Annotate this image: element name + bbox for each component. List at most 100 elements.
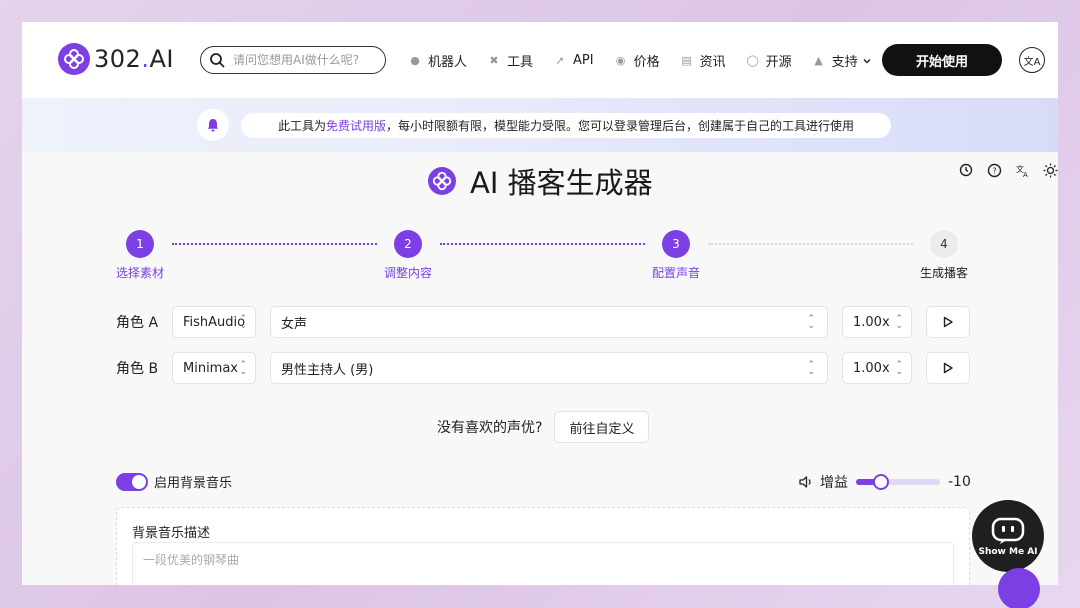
voice-row-a: 角色 A FishAudio ⌃ ⌄ 女声 ⌃ ⌄ 1.00x ⌃ ⌄ (116, 306, 970, 338)
bell-icon (197, 109, 229, 141)
step-4[interactable]: 4 生成播客 (904, 230, 984, 281)
step-3[interactable]: 3 配置声音 (636, 230, 716, 281)
chevron-up-down-icon: ⌃ ⌄ (807, 360, 815, 377)
step-number: 1 (126, 230, 154, 258)
gain-slider-thumb[interactable] (873, 474, 890, 490)
api-icon: ➚ (555, 54, 565, 67)
step-label: 调整内容 (383, 266, 432, 280)
bgm-description-card: 背景音乐描述 一段优美的钢琴曲 (116, 507, 970, 585)
step-1[interactable]: 1 选择素材 (100, 230, 180, 281)
speed-select[interactable]: 1.00x ⌃ ⌄ (842, 306, 912, 338)
provider-value: FishAudio (183, 314, 246, 330)
gain-label: 增益 (820, 475, 848, 491)
title-text: AI 播客生成器 (470, 166, 653, 200)
gain-control: 增益 -10 (798, 472, 971, 492)
chevron-up-down-icon: ⌃ ⌄ (807, 314, 815, 331)
help-icon[interactable]: ? (986, 162, 1002, 178)
bgm-description-input[interactable]: 一段优美的钢琴曲 (132, 542, 954, 585)
nav-label: 支持 (831, 55, 858, 70)
speed-value: 1.00x (853, 360, 890, 376)
voice-value: 女声 (281, 316, 308, 332)
logo-icon (58, 43, 90, 75)
nav-item-opensource[interactable]: ◯ 开源 (746, 51, 792, 70)
page-title: AI 播客生成器 (428, 160, 653, 202)
history-icon[interactable] (958, 162, 974, 178)
translate-icon[interactable]: 文A (1014, 162, 1030, 178)
app-window: 302.AI ● 机器人 ✖ 工具 ➚ API ◉ (22, 22, 1058, 585)
play-icon (943, 362, 953, 374)
notice-text: 此工具为 免费试用版 ，每小时限额有限，模型能力受限。您可以登录管理后台，创建属于自… (241, 113, 891, 138)
step-number: 3 (662, 230, 690, 258)
theme-sun-icon[interactable] (1042, 162, 1058, 178)
toolbar: ? 文A (946, 162, 1058, 178)
gain-value: -10 (948, 474, 971, 490)
nav-item-price[interactable]: ◉ 价格 (614, 51, 660, 70)
translate-icon: 文A (1023, 56, 1041, 68)
nav-label: 工具 (507, 55, 534, 70)
voice-row-b: 角色 B Minimax ⌃ ⌄ 男性主持人 (男) ⌃ ⌄ 1.00x ⌃ ⌄ (116, 352, 970, 384)
play-icon (943, 316, 953, 328)
speed-value: 1.00x (853, 314, 890, 330)
chevron-up-down-icon: ⌃ ⌄ (895, 360, 903, 377)
nav-menu: ● 机器人 ✖ 工具 ➚ API ◉ 价格 ▤ 资讯 ◯ 开源 ▲ 支持 (408, 51, 892, 70)
nav-label: API (573, 53, 594, 68)
notice-highlight[interactable]: 免费试用版 (326, 117, 386, 134)
step-2[interactable]: 2 调整内容 (368, 230, 448, 281)
bgm-toggle-label: 启用背景音乐 (154, 476, 233, 491)
svg-text:A: A (1023, 171, 1028, 178)
svg-text:?: ? (992, 166, 996, 175)
show-me-ai-caption: Show Me AI (978, 546, 1038, 557)
play-button[interactable] (926, 352, 970, 384)
nav-label: 资讯 (699, 55, 726, 70)
notice-prefix: 此工具为 (277, 119, 326, 133)
bgm-toggle[interactable] (116, 472, 148, 491)
search-icon (210, 53, 225, 68)
custom-voice-button[interactable]: 前往自定义 (554, 411, 650, 443)
language-button[interactable]: 文A (1019, 47, 1045, 73)
notice-banner: 此工具为 免费试用版 ，每小时限额有限，模型能力受限。您可以登录管理后台，创建属于自… (22, 98, 1058, 152)
provider-select[interactable]: Minimax ⌃ ⌄ (172, 352, 256, 384)
tools-icon: ✖ (489, 54, 499, 67)
custom-question: 没有喜欢的声优? (437, 420, 543, 436)
logo-text: 302.AI (94, 45, 174, 73)
step-number: 4 (930, 230, 958, 258)
start-button[interactable]: 开始使用 (882, 44, 1002, 76)
bgm-toggle-row: 启用背景音乐 (116, 472, 232, 491)
nav-item-support[interactable]: ▲ 支持 (812, 51, 872, 70)
robot-face-icon (991, 517, 1025, 544)
robot-icon: ● (410, 54, 420, 67)
step-connector (440, 243, 645, 245)
speed-select[interactable]: 1.00x ⌃ ⌄ (842, 352, 912, 384)
show-me-ai-button[interactable]: Show Me AI (972, 500, 1044, 572)
volume-icon (799, 476, 811, 488)
provider-select[interactable]: FishAudio ⌃ ⌄ (172, 306, 256, 338)
nav-label: 机器人 (428, 55, 468, 70)
chevron-up-down-icon: ⌃ ⌄ (239, 360, 247, 377)
nav-item-news[interactable]: ▤ 资讯 (680, 51, 726, 70)
nav-item-tools[interactable]: ✖ 工具 (487, 51, 533, 70)
chat-button[interactable] (998, 568, 1040, 608)
step-number: 2 (394, 230, 422, 258)
role-label: 角色 B (116, 361, 159, 377)
nav-label: 开源 (765, 55, 792, 70)
price-icon: ◉ (615, 54, 626, 67)
news-icon: ▤ (681, 54, 692, 67)
app-logo-icon (428, 167, 456, 195)
step-label: 选择素材 (115, 266, 164, 280)
voice-select[interactable]: 女声 ⌃ ⌄ (270, 306, 828, 338)
play-button[interactable] (926, 306, 970, 338)
gain-slider[interactable] (856, 474, 940, 490)
nav-item-api[interactable]: ➚ API (553, 53, 594, 68)
search-box[interactable] (200, 46, 386, 74)
nav-item-robot[interactable]: ● 机器人 (408, 51, 467, 70)
chevron-up-down-icon: ⌃ ⌄ (239, 314, 247, 331)
bgm-description-label: 背景音乐描述 (132, 526, 211, 541)
chevron-down-icon (863, 58, 871, 63)
custom-voice-row: 没有喜欢的声优? 前往自定义 (437, 411, 650, 443)
logo[interactable]: 302.AI (58, 43, 174, 75)
voice-select[interactable]: 男性主持人 (男) ⌃ ⌄ (270, 352, 828, 384)
search-input[interactable] (233, 53, 373, 67)
github-icon: ◯ (746, 54, 759, 67)
step-label: 配置声音 (651, 266, 700, 280)
toggle-knob (132, 474, 146, 489)
